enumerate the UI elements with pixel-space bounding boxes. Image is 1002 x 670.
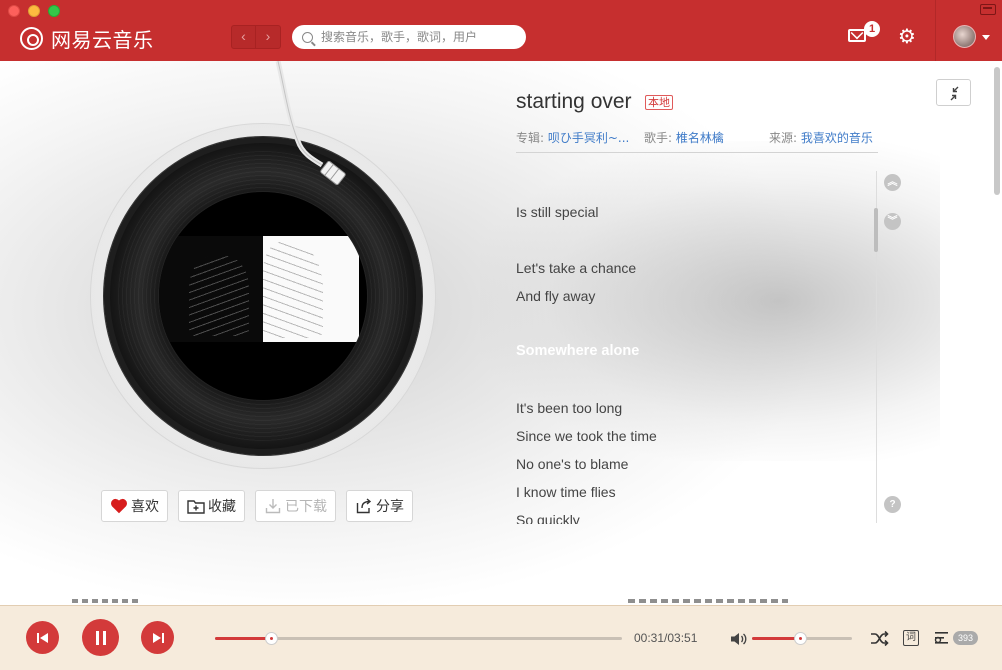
close-window-button[interactable]	[8, 5, 20, 17]
tonearm-icon	[275, 61, 346, 185]
download-button[interactable]: 已下载	[255, 490, 336, 522]
song-title: starting over	[516, 90, 632, 113]
collapse-icon	[950, 86, 959, 101]
share-button[interactable]: 分享	[346, 490, 413, 522]
time-display: 00:31/03:51	[634, 631, 698, 645]
player-bar: 00:31/03:51 词 393	[0, 605, 1002, 670]
collect-label: 收藏	[208, 499, 236, 515]
help-icon[interactable]: ?	[884, 496, 901, 513]
lyric-line: And fly away	[516, 288, 596, 304]
volume-icon[interactable]	[730, 631, 748, 647]
album-link[interactable]: 呗ひ手冥利~...	[548, 131, 630, 145]
collect-button[interactable]: 收藏	[178, 490, 245, 522]
progress-bar[interactable]	[215, 632, 622, 645]
playlist-count-badge: 393	[953, 631, 979, 645]
pause-icon	[95, 630, 106, 645]
avatar[interactable]	[953, 25, 976, 48]
folder-add-icon	[187, 497, 205, 515]
volume-fill	[752, 637, 800, 640]
previous-button[interactable]	[26, 621, 59, 654]
source-link[interactable]: 我喜欢的音乐	[801, 131, 873, 145]
zoom-window-button[interactable]	[48, 5, 60, 17]
minimize-window-button[interactable]	[28, 5, 40, 17]
lyric-line: No one's to blame	[516, 456, 629, 472]
scroll-down-icon[interactable]: ︾	[884, 213, 901, 230]
meta-divider	[516, 152, 878, 153]
netease-music-icon	[20, 27, 43, 50]
playlist-icon[interactable]	[934, 630, 954, 646]
title-bar: 网易云音乐 ‹ › 1 ⚙	[0, 0, 1002, 61]
titlebar-divider	[935, 0, 936, 61]
singer-link[interactable]: 椎名林檎	[676, 131, 724, 145]
app-name: 网易云音乐	[51, 28, 154, 52]
page-scrollbar[interactable]	[994, 67, 1000, 195]
progress-knob[interactable]	[264, 632, 278, 645]
share-icon	[355, 497, 373, 515]
comments-heading-cutoff	[72, 599, 142, 603]
lyrics-panel[interactable]: Is still special Let's take a chance And…	[516, 194, 876, 524]
related-heading-cutoff	[628, 599, 788, 603]
like-button[interactable]: 喜欢	[101, 490, 168, 522]
shuffle-icon[interactable]	[870, 630, 889, 647]
forward-button[interactable]: ›	[256, 25, 281, 49]
gear-icon[interactable]: ⚙	[898, 27, 916, 47]
mail-badge: 1	[864, 21, 880, 37]
source-label: 来源:	[769, 131, 798, 145]
album-label: 专辑:	[516, 131, 545, 145]
collapse-button[interactable]	[936, 79, 971, 106]
back-button[interactable]: ‹	[231, 25, 256, 49]
search-input[interactable]	[321, 30, 521, 44]
history-nav: ‹ ›	[231, 25, 281, 49]
scroll-up-icon[interactable]: ︽	[884, 174, 901, 191]
lyric-line: So quickly	[516, 512, 580, 524]
lyric-line: Is still special	[516, 204, 599, 220]
lyric-line: Let's take a chance	[516, 260, 637, 276]
search-icon	[302, 31, 313, 43]
album-info: 专辑: 呗ひ手冥利~...	[516, 129, 629, 146]
download-label: 已下载	[285, 499, 327, 515]
mini-mode-icon[interactable]	[980, 4, 996, 15]
share-label: 分享	[376, 499, 404, 515]
heart-icon	[110, 497, 128, 515]
source-info: 来源: 我喜欢的音乐	[769, 129, 873, 146]
volume-slider[interactable]	[752, 632, 852, 645]
app-logo[interactable]: 网易云音乐	[20, 24, 154, 53]
volume-knob[interactable]	[794, 632, 807, 645]
download-icon	[264, 497, 282, 515]
lyric-line-current: Somewhere alone	[516, 343, 640, 359]
next-icon	[152, 632, 164, 643]
current-time: 00:31	[634, 631, 665, 645]
lyric-line: I know time flies	[516, 484, 616, 500]
like-label: 喜欢	[131, 499, 159, 515]
lyric-line: Since we took the time	[516, 428, 657, 444]
previous-icon	[36, 632, 48, 643]
song-actions: 喜欢 收藏 已下载 分享	[101, 490, 423, 522]
search-box[interactable]	[292, 25, 526, 49]
next-button[interactable]	[141, 621, 174, 654]
pause-button[interactable]	[82, 619, 119, 656]
total-time: 03:51	[667, 631, 698, 645]
singer-info: 歌手: 椎名林檎	[644, 129, 724, 146]
chevron-down-icon[interactable]	[982, 35, 990, 40]
lyric-line: It's been too long	[516, 400, 623, 416]
lyric-toggle-icon[interactable]: 词	[903, 630, 919, 646]
local-badge: 本地	[645, 95, 673, 110]
progress-fill	[215, 637, 271, 640]
lyrics-scrollbar-thumb[interactable]	[874, 208, 878, 252]
now-playing-panel: 喜欢 收藏 已下载 分享 starting over 本地 专辑: 呗ひ手冥利~…	[0, 61, 1002, 605]
singer-label: 歌手:	[644, 131, 673, 145]
